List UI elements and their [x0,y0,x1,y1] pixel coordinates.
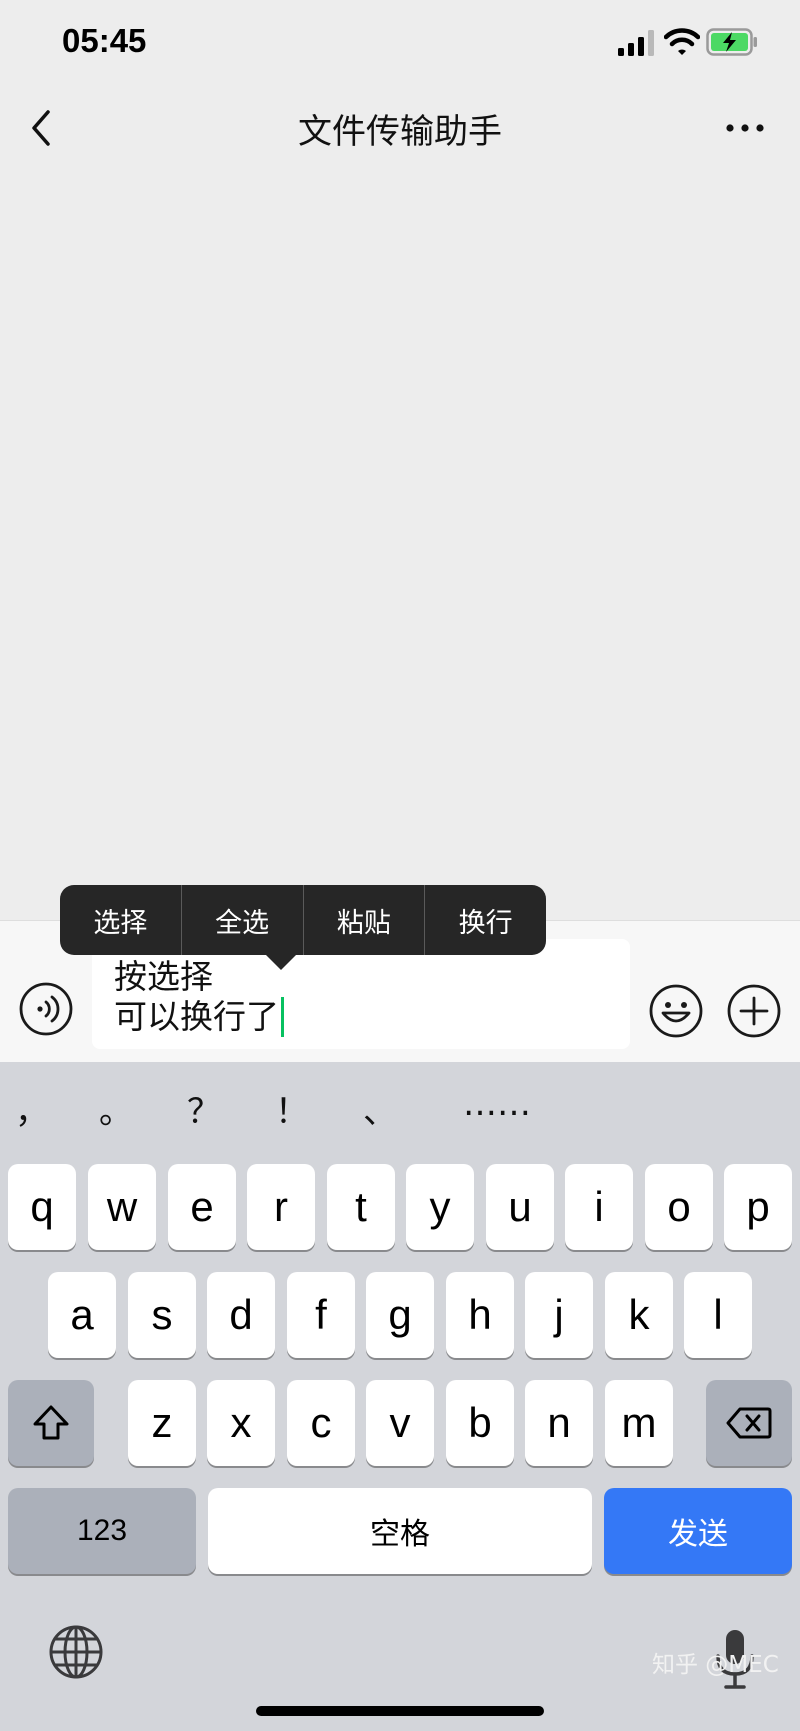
key-b[interactable]: b [446,1380,514,1466]
key-t[interactable]: t [327,1164,395,1250]
punct-key[interactable]: 、 [350,1084,410,1133]
key-c[interactable]: c [287,1380,355,1466]
more-icon[interactable] [724,116,766,140]
key-e[interactable]: e [168,1164,236,1250]
key-r[interactable]: r [247,1164,315,1250]
key-x[interactable]: x [207,1380,275,1466]
key-u[interactable]: u [486,1164,554,1250]
key-l[interactable]: l [684,1272,752,1358]
key-z[interactable]: z [128,1380,196,1466]
punct-key[interactable]: ？ [174,1084,234,1133]
key-h[interactable]: h [446,1272,514,1358]
key-f[interactable]: f [287,1272,355,1358]
plus-icon[interactable] [726,983,782,1039]
menu-item-paste[interactable]: 粘贴 [304,885,426,955]
punct-key[interactable]: 。 [86,1084,146,1133]
home-indicator [256,1706,544,1716]
key-q[interactable]: q [8,1164,76,1250]
nav-bar: 文件传输助手 [0,88,800,168]
shift-icon [33,1405,69,1440]
send-button[interactable]: 发送 [604,1488,792,1574]
input-line-2-text: 可以换行了 [114,997,279,1036]
space-key[interactable]: 空格 [208,1488,592,1574]
key-a[interactable]: a [48,1272,116,1358]
key-k[interactable]: k [605,1272,673,1358]
punctuation-row: ， 。 ？ ！ 、 …… [0,1084,800,1144]
globe-icon[interactable] [46,1622,106,1682]
menu-item-select[interactable]: 选择 [60,885,182,955]
keyboard: ， 。 ？ ！ 、 …… q w e r t y u i o p a s d f… [0,1062,800,1731]
key-y[interactable]: y [406,1164,474,1250]
key-i[interactable]: i [565,1164,633,1250]
emoji-icon[interactable] [648,983,704,1039]
backspace-icon [726,1407,772,1439]
watermark: 知乎 @MEC [652,1652,779,1678]
menu-item-select-all[interactable]: 全选 [182,885,304,955]
wifi-icon [664,28,700,55]
key-p[interactable]: p [724,1164,792,1250]
page-title: 文件传输助手 [298,112,502,152]
key-n[interactable]: n [525,1380,593,1466]
status-bar: 05:45 [0,0,800,88]
chat-area[interactable] [0,168,800,920]
input-line-1: 按选择 [114,957,213,996]
voice-icon[interactable] [18,981,74,1037]
context-menu: 选择 全选 粘贴 换行 [60,885,546,955]
status-time: 05:45 [62,22,147,59]
shift-key[interactable] [8,1380,94,1466]
input-line-2: 可以换行了 [114,997,608,1037]
battery-icon [706,28,757,56]
key-v[interactable]: v [366,1380,434,1466]
punct-key[interactable]: ！ [262,1084,322,1133]
key-g[interactable]: g [366,1272,434,1358]
key-w[interactable]: w [88,1164,156,1250]
punct-key[interactable]: …… [452,1084,542,1124]
key-o[interactable]: o [645,1164,713,1250]
key-d[interactable]: d [207,1272,275,1358]
punct-key[interactable]: ， [2,1084,62,1133]
key-s[interactable]: s [128,1272,196,1358]
message-input[interactable]: 按选择 可以换行了 [92,939,630,1049]
numbers-key[interactable]: 123 [8,1488,196,1574]
menu-item-newline[interactable]: 换行 [425,885,546,955]
backspace-key[interactable] [706,1380,792,1466]
key-j[interactable]: j [525,1272,593,1358]
context-menu-arrow [264,953,298,970]
key-m[interactable]: m [605,1380,673,1466]
signal-icon [618,30,654,56]
text-caret [281,997,284,1037]
